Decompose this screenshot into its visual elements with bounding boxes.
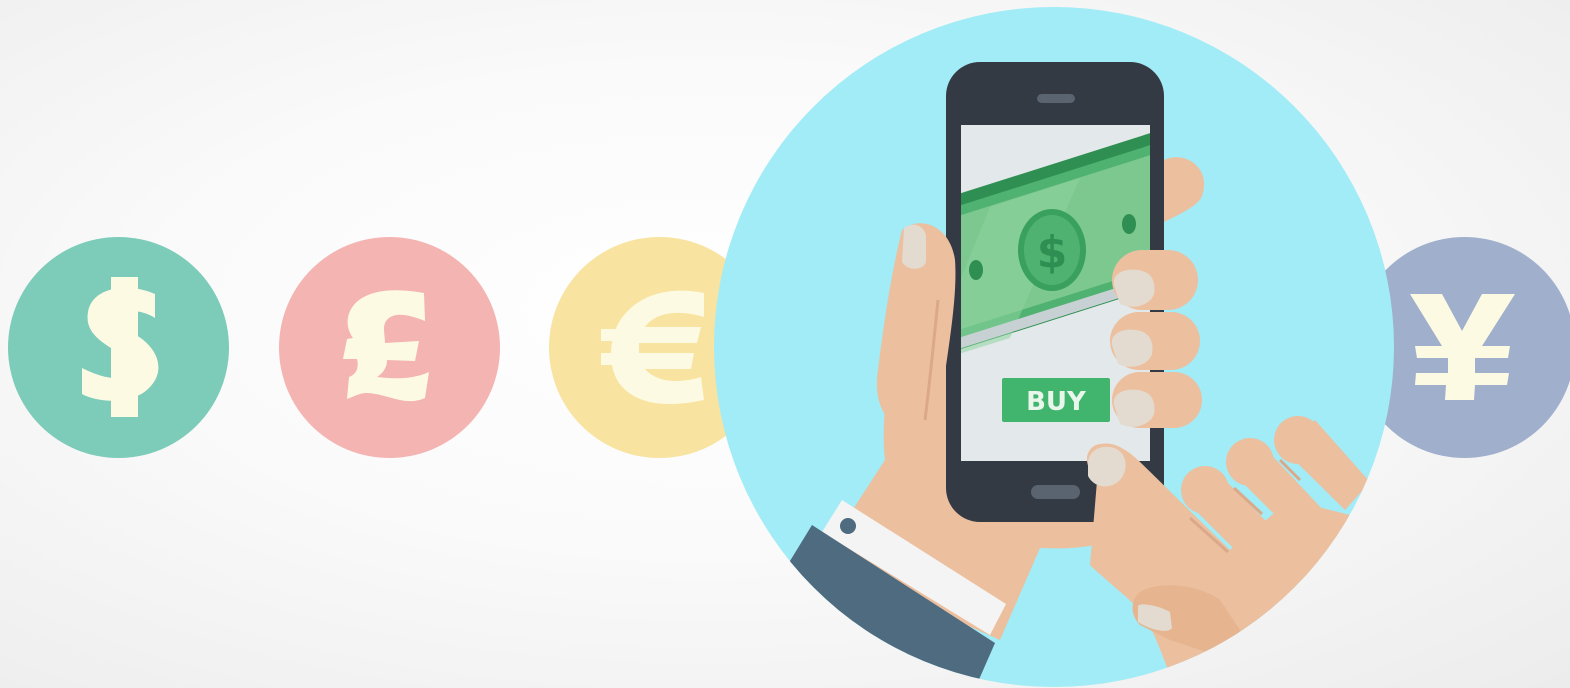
- phone-speaker: [1037, 94, 1075, 103]
- svg-text:$: $: [1037, 227, 1068, 278]
- buy-button-label: BUY: [1026, 387, 1087, 417]
- fingernail: [1113, 269, 1155, 307]
- background-scene: $ BUY: [0, 0, 1570, 688]
- cuff-button: [840, 518, 856, 534]
- phone-purchase-illustration: $ BUY: [714, 7, 1394, 687]
- home-button: [1031, 485, 1080, 499]
- fingernail: [1113, 389, 1155, 427]
- fingernail: [1111, 329, 1153, 367]
- fingernail: [902, 224, 926, 269]
